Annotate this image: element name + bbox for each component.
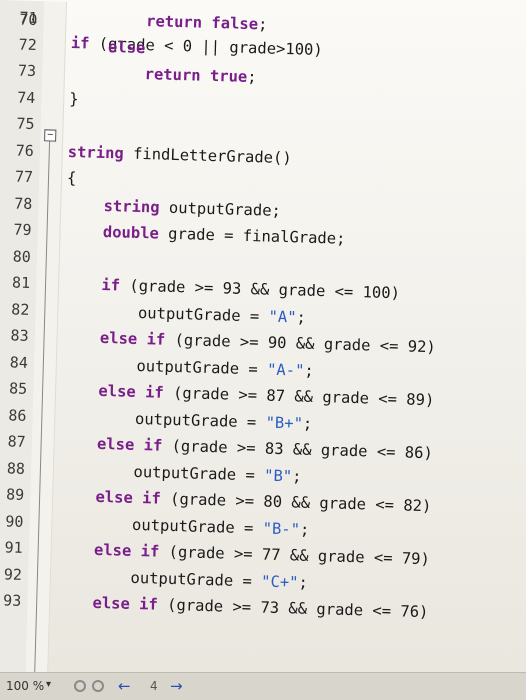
line-number: 75: [16, 114, 35, 134]
line-number: 90: [5, 511, 24, 531]
code-text: return false;: [145, 12, 268, 34]
code-text: double grade = finalGrade;: [102, 222, 346, 248]
code-text: string findLetterGrade(): [67, 142, 292, 167]
zoom-level[interactable]: 100 %: [6, 679, 44, 693]
line-number: 89: [5, 485, 25, 504]
code-text: }: [69, 89, 79, 108]
line-number: 76: [15, 141, 35, 160]
code-text: outputGrade = "A";: [63, 301, 307, 327]
line-number: 88: [6, 458, 26, 478]
code-editor[interactable]: 70 if (grade < 0 || grade>100) 71 return…: [0, 0, 526, 700]
line-number: 91: [4, 538, 23, 557]
collapse-function-icon[interactable]: −: [44, 129, 57, 142]
line-number: 83: [10, 326, 29, 345]
code-text: outputGrade = "B+";: [60, 407, 313, 433]
line-number: 73: [17, 61, 37, 81]
code-text: outputGrade = "B";: [58, 460, 302, 486]
line-number: 79: [13, 220, 32, 239]
line-number: 84: [9, 352, 29, 372]
line-number: 81: [11, 273, 31, 292]
code-text: string outputGrade;: [103, 196, 282, 220]
code-text: else: [107, 37, 146, 57]
issues-indicator-icon[interactable]: [92, 680, 104, 692]
code-text: if (grade >= 93 && grade <= 100): [101, 275, 401, 303]
status-bar: 100 % ▾ ← 4 →: [0, 672, 526, 700]
line-number: 71: [19, 8, 38, 28]
zoom-dropdown-icon[interactable]: ▾: [46, 679, 51, 690]
line-number: 86: [8, 405, 27, 425]
line-number: 78: [14, 193, 33, 213]
navigate-back-icon[interactable]: ←: [118, 677, 131, 695]
line-number: 80: [12, 246, 32, 266]
line-number: 82: [11, 299, 30, 319]
navigate-forward-icon[interactable]: →: [170, 677, 183, 695]
line-number: 85: [8, 379, 28, 398]
line-number: 72: [18, 35, 38, 54]
issue-count: 4: [150, 679, 158, 693]
code-text: {: [66, 168, 77, 188]
line-number: 87: [7, 432, 26, 451]
code-text: else if (grade >= 73 && grade <= 76): [92, 593, 429, 622]
code-text: outputGrade = "A-";: [61, 354, 315, 380]
no-issues-icon[interactable]: [74, 680, 86, 692]
code-text: outputGrade = "C+";: [55, 566, 309, 592]
code-text: return true;: [144, 65, 257, 87]
line-number: 77: [14, 167, 34, 186]
line-number: 93: [2, 591, 22, 610]
line-number: 92: [3, 564, 23, 584]
code-text: outputGrade = "B-";: [57, 513, 310, 539]
line-number: 74: [16, 88, 36, 107]
